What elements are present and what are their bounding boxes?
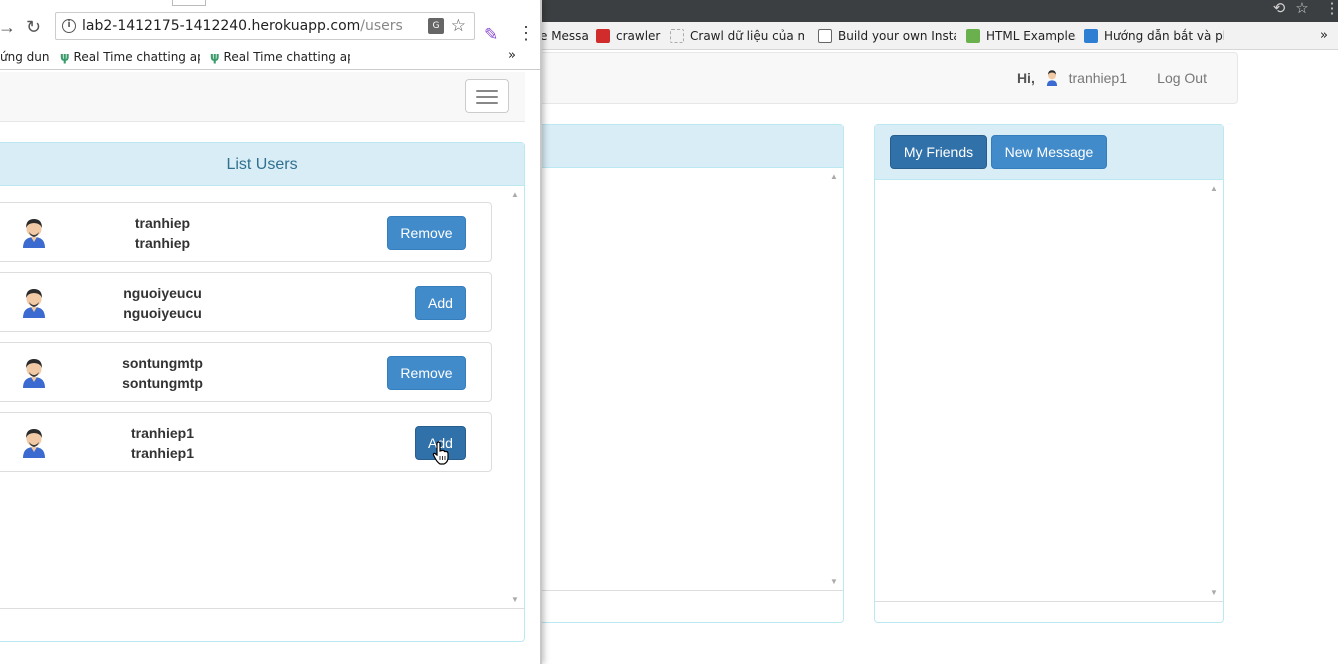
remove-friend-button[interactable]: Remove — [387, 216, 466, 250]
bookmark-item[interactable]: ψ Real Time chatting ap — [210, 46, 350, 68]
remove-friend-button[interactable]: Remove — [387, 356, 466, 390]
friends-panel-heading: My Friends New Message — [875, 125, 1223, 180]
user-display-name: tranhiep1 — [130, 425, 194, 441]
url-path: /users — [360, 18, 403, 34]
user-names: tranhiep tranhiep — [80, 213, 245, 253]
menu-icon[interactable]: ⋮ — [517, 23, 535, 43]
user-row: nguoiyeucu nguoiyeucu Add — [0, 272, 492, 332]
leaf-favicon: ψ — [210, 50, 220, 64]
scroll-down-icon[interactable]: ▼ — [1209, 588, 1219, 597]
bookmark-item[interactable]: e Messa — [540, 22, 588, 50]
tab-stub[interactable] — [172, 0, 206, 6]
user-avatar-icon — [23, 219, 45, 248]
new-message-button[interactable]: New Message — [991, 135, 1107, 169]
popup-navbar — [0, 72, 525, 122]
user-row: tranhiep1 tranhiep1 Add — [0, 412, 492, 472]
user-names: sontungmtp sontungmtp — [80, 353, 245, 393]
user-username: tranhiep — [134, 235, 191, 251]
main-navbar: Hi, tranhiep1 Log Out — [540, 52, 1238, 104]
user-display-name: sontungmtp — [122, 355, 203, 371]
bookmark-item[interactable]: Build your own Instag — [818, 22, 956, 50]
user-avatar-icon — [23, 289, 45, 318]
star-icon[interactable]: ☆ — [451, 13, 466, 39]
bookmark-item[interactable]: ứng dung — [0, 46, 50, 68]
scroll-up-icon[interactable]: ▲ — [829, 172, 839, 181]
feather-extension-icon[interactable]: ✎ — [484, 25, 498, 45]
forward-arrow-icon[interactable]: → — [0, 17, 16, 37]
page-favicon — [670, 28, 684, 43]
bookmarks-more[interactable]: » — [1320, 22, 1336, 50]
user-username: nguoiyeucu — [123, 305, 202, 321]
bookmark-item[interactable]: HTML Examples — [966, 22, 1076, 50]
guide-favicon — [1084, 28, 1098, 43]
background-bookmarks-bar: e Messa crawler Crawl dữ liệu của một Bu… — [540, 22, 1338, 50]
add-friend-button[interactable]: Add — [415, 286, 466, 320]
address-toolbar: → ↻ i lab2-1412175-1412240.herokuapp.com… — [0, 8, 540, 46]
list-users-body[interactable]: ▲ ▼ tranhiep tranhiep Remove nguoiyeucu … — [0, 186, 524, 609]
bookmark-item[interactable]: ψ Real Time chatting ap — [60, 46, 200, 68]
user-username: sontungmtp — [122, 375, 203, 391]
bookmark-item[interactable]: crawler — [596, 22, 662, 50]
bookmark-item[interactable]: Hướng dẫn bắt và phá — [1084, 22, 1224, 50]
hamburger-line — [476, 102, 498, 104]
user-display-name: tranhiep — [134, 215, 191, 231]
star-icon[interactable]: ☆ — [1292, 0, 1312, 20]
bookmark-item[interactable]: Crawl dữ liệu của một — [670, 22, 804, 50]
bookmarks-more[interactable]: » — [508, 46, 516, 66]
user-names: nguoiyeucu nguoiyeucu — [80, 283, 245, 323]
messages-panel: ▲ ▼ — [540, 124, 844, 623]
info-icon[interactable]: i — [62, 19, 76, 33]
scroll-up-icon[interactable]: ▲ — [510, 190, 520, 199]
user-row: tranhiep tranhiep Remove — [0, 202, 492, 262]
navbar-toggle-button[interactable] — [465, 79, 509, 113]
scroll-up-icon[interactable]: ▲ — [1209, 184, 1219, 193]
crawler-favicon — [596, 28, 610, 43]
background-window-titlebar: ⟲ ☆ ⋮ — [540, 0, 1338, 22]
messages-panel-body[interactable]: ▲ ▼ — [540, 168, 843, 591]
user-avatar-icon — [1046, 70, 1057, 87]
user-names: tranhiep1 tranhiep1 — [80, 423, 245, 463]
hamburger-line — [476, 90, 498, 92]
scroll-down-icon[interactable]: ▼ — [829, 577, 839, 586]
html-examples-favicon — [966, 28, 980, 43]
page-favicon — [818, 28, 832, 43]
popup-bookmarks-bar: ứng dung ψReal Time chatting ap ψReal Ti… — [0, 46, 540, 70]
friends-panel-body[interactable]: ▲ ▼ — [875, 180, 1223, 602]
address-bar[interactable]: i lab2-1412175-1412240.herokuapp.com/use… — [55, 12, 475, 40]
user-username: tranhiep1 — [130, 445, 194, 461]
friends-panel: My Friends New Message ▲ ▼ — [874, 124, 1224, 623]
logout-link[interactable]: Log Out — [1157, 70, 1207, 86]
user-avatar-icon — [23, 359, 45, 388]
list-users-panel: List Users ▲ ▼ tranhiep tranhiep Remove — [0, 142, 525, 642]
hand-pointer-cursor-icon — [432, 441, 449, 465]
translate-icon[interactable]: ⟲ — [1269, 0, 1289, 20]
url-host: lab2-1412175-1412240.herokuapp.com — [82, 18, 361, 34]
scroll-down-icon[interactable]: ▼ — [510, 595, 520, 604]
user-avatar-icon — [23, 429, 45, 458]
menu-icon[interactable]: ⋮ — [1322, 0, 1338, 20]
hamburger-line — [476, 96, 498, 98]
list-users-title: List Users — [0, 143, 524, 186]
reload-icon[interactable]: ↻ — [26, 17, 41, 37]
translate-icon[interactable]: G — [428, 18, 444, 34]
greeting: Hi, tranhiep1 — [1016, 70, 1127, 87]
popup-browser-window: → ↻ i lab2-1412175-1412240.herokuapp.com… — [0, 0, 542, 664]
messages-panel-heading — [540, 125, 843, 168]
user-display-name: nguoiyeucu — [123, 285, 202, 301]
user-row: sontungmtp sontungmtp Remove — [0, 342, 492, 402]
my-friends-button[interactable]: My Friends — [890, 135, 987, 169]
leaf-favicon: ψ — [60, 50, 70, 64]
